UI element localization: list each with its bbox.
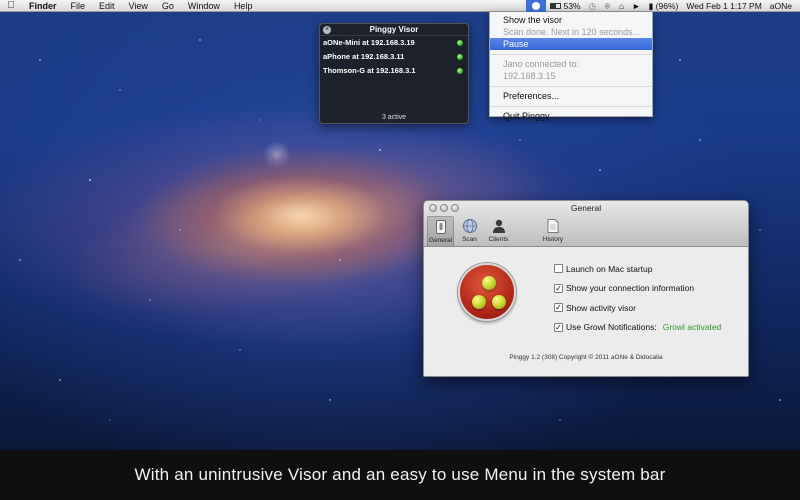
caption-bar: With an unintrusive Visor and an easy to… xyxy=(0,450,800,500)
option-label: Launch on Mac startup xyxy=(566,263,653,274)
logo-ball xyxy=(472,295,486,309)
visor-host-row: aPhone at 192.168.3.11 xyxy=(320,50,468,64)
wifi-icon[interactable]: ⌂ xyxy=(615,0,628,12)
tab-general[interactable]: General xyxy=(427,216,454,246)
show-visor-checkbox[interactable]: ✓ xyxy=(554,303,563,313)
visor-title: Pinggy Visor xyxy=(369,25,419,34)
menu-view[interactable]: View xyxy=(122,0,155,12)
menu-pause[interactable]: Pause xyxy=(490,38,652,50)
preferences-toolbar: General General Scan Clients History xyxy=(424,201,748,247)
menu-connection-ip: 192.168.3.15 xyxy=(503,71,556,81)
option-label: Show your connection information xyxy=(566,283,695,294)
globe-icon xyxy=(462,219,477,233)
growl-checkbox[interactable]: ✓ xyxy=(554,322,563,332)
preferences-tabs: General Scan Clients History xyxy=(427,216,572,246)
menu-separator xyxy=(490,106,652,107)
option-label: Show activity visor xyxy=(566,302,636,313)
menu-scan-status: Scan done. Next in 120 seconds... xyxy=(503,27,641,37)
visor-host-row: aONe-Mini at 192.168.3.19 xyxy=(320,36,468,50)
close-icon[interactable]: × xyxy=(323,26,331,34)
option-show-connection[interactable]: ✓ Show your connection information xyxy=(554,279,721,299)
menu-file[interactable]: File xyxy=(64,0,93,12)
visor-host-row: Thomson-G at 192.168.3.1 xyxy=(320,64,468,78)
menu-preferences[interactable]: Preferences... xyxy=(490,90,652,102)
menu-edit[interactable]: Edit xyxy=(92,0,122,12)
pinggy-visor-panel: × Pinggy Visor aONe-Mini at 192.168.3.19… xyxy=(319,23,469,124)
menu-show-visor[interactable]: Show the visor xyxy=(490,14,652,26)
visor-host-label: aPhone at 192.168.3.11 xyxy=(323,52,405,61)
menubar-user[interactable]: aONe xyxy=(766,0,800,12)
logo-ball xyxy=(492,295,506,309)
power-percent: (96%) xyxy=(655,1,679,11)
menu-bar:  Finder File Edit View Go Window Help 5… xyxy=(0,0,800,12)
tab-clients[interactable]: Clients xyxy=(485,216,512,246)
caption-text: With an unintrusive Visor and an easy to… xyxy=(134,465,666,484)
general-options: Launch on Mac startup ✓ Show your connec… xyxy=(554,259,721,337)
status-led-icon xyxy=(457,54,463,60)
menu-finder[interactable]: Finder xyxy=(22,0,64,12)
preferences-window: General General Scan Clients History Lau… xyxy=(423,200,749,377)
show-connection-checkbox[interactable]: ✓ xyxy=(554,283,563,293)
menu-quit[interactable]: Quit Pinggy xyxy=(490,110,652,122)
document-icon xyxy=(547,219,559,233)
tab-label: General xyxy=(428,237,453,244)
visor-host-label: Thomson-G at 192.168.3.1 xyxy=(323,66,416,75)
tab-scan[interactable]: Scan xyxy=(456,216,483,246)
menu-connection-label: Jano connected to: xyxy=(503,59,580,69)
option-launch-startup[interactable]: Launch on Mac startup xyxy=(554,259,721,279)
tab-label: Scan xyxy=(462,236,477,243)
pinggy-status-icon[interactable] xyxy=(526,0,547,12)
menu-window[interactable]: Window xyxy=(181,0,227,12)
visor-active-count: 3 active xyxy=(381,114,407,121)
option-show-visor[interactable]: ✓ Show activity visor xyxy=(554,298,721,318)
menu-help[interactable]: Help xyxy=(227,0,260,12)
apple-icon[interactable]:  xyxy=(0,0,22,11)
status-led-icon xyxy=(457,68,463,74)
pinggy-logo xyxy=(458,263,516,321)
menu-separator xyxy=(490,86,652,87)
status-led-icon xyxy=(457,40,463,46)
battery-icon xyxy=(550,3,562,9)
copyright-text: Pinggy 1.2 (308) Copyright © 2011 aONe &… xyxy=(509,354,663,361)
menu-go[interactable]: Go xyxy=(155,0,181,12)
menu-separator xyxy=(490,54,652,55)
bluetooth-icon[interactable]: ※ xyxy=(600,0,615,12)
power-status[interactable]: ▮ (96%) xyxy=(645,0,683,12)
launch-startup-checkbox[interactable] xyxy=(554,264,563,274)
volume-icon[interactable]: ► xyxy=(628,0,644,12)
logo-ball xyxy=(482,276,496,290)
battery-percent: 53% xyxy=(563,1,581,11)
tab-label: Clients xyxy=(488,236,509,243)
status-area: 53% ◷ ※ ⌂ ► ▮ (96%) Wed Feb 1 1:17 PM aO… xyxy=(526,0,800,12)
pinggy-menu: Show the visor Scan done. Next in 120 se… xyxy=(489,12,653,121)
visor-host-label: aONe-Mini at 192.168.3.19 xyxy=(323,38,415,47)
menubar-clock[interactable]: Wed Feb 1 1:17 PM xyxy=(682,0,765,12)
tab-label: History xyxy=(542,236,564,243)
tab-history[interactable]: History xyxy=(536,216,570,246)
switch-icon xyxy=(435,220,446,234)
option-growl[interactable]: ✓ Use Growl Notifications: Growl activat… xyxy=(554,318,721,338)
growl-status: Growl activated xyxy=(662,322,722,333)
person-icon xyxy=(492,219,505,233)
power-icon: ▮ xyxy=(648,1,654,11)
time-machine-icon[interactable]: ◷ xyxy=(584,0,599,12)
option-label: Use Growl Notifications: xyxy=(566,322,657,333)
battery-status[interactable]: 53% xyxy=(546,0,584,12)
visor-title-bar: × Pinggy Visor xyxy=(320,24,468,36)
window-title: General xyxy=(570,203,602,213)
